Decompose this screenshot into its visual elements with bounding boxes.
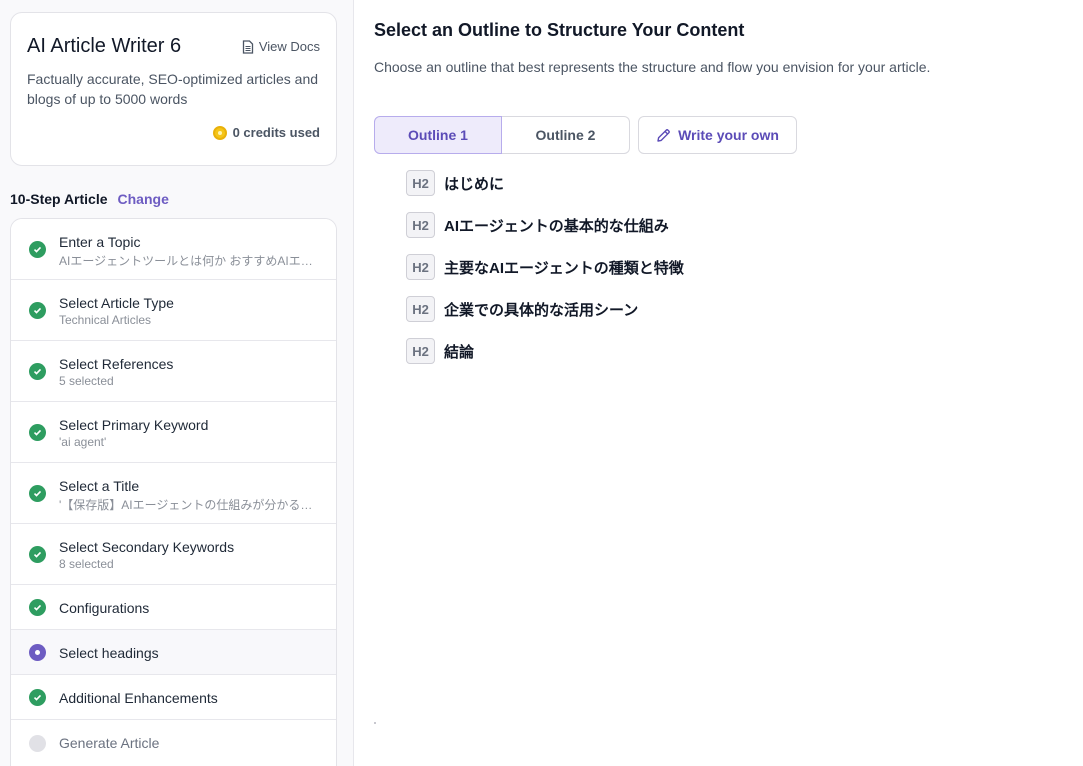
- step-generate-article[interactable]: Generate Article: [11, 720, 336, 766]
- step-article-type[interactable]: Select Article Type Technical Articles: [11, 280, 336, 341]
- step-additional-enhancements[interactable]: Additional Enhancements: [11, 675, 336, 720]
- view-docs-link[interactable]: View Docs: [242, 39, 320, 54]
- step-primary-keyword[interactable]: Select Primary Keyword 'ai agent': [11, 402, 336, 463]
- check-icon: [29, 302, 46, 319]
- step-sublabel: '【保存版】AIエージェントの仕組みが分かる…: [59, 498, 313, 512]
- heading-text: はじめに: [444, 175, 505, 193]
- outline-heading: H2 はじめに: [406, 170, 504, 196]
- step-label: Generate Article: [59, 735, 160, 751]
- current-step-icon: [29, 644, 46, 661]
- check-icon: [29, 546, 46, 563]
- step-configurations[interactable]: Configurations: [11, 585, 336, 630]
- heading-level-badge: H2: [406, 170, 435, 196]
- write-your-own-button[interactable]: Write your own: [638, 116, 797, 154]
- pending-step-icon: [29, 735, 46, 752]
- step-label: Select headings: [59, 645, 159, 661]
- step-label: Select Secondary Keywords: [59, 539, 235, 555]
- heading-text: AIエージェントの基本的な仕組み: [444, 217, 669, 235]
- heading-level-badge: H2: [406, 296, 435, 322]
- step-label: Select Article Type: [59, 295, 174, 311]
- step-label: Configurations: [59, 600, 150, 616]
- tool-description: Factually accurate, SEO-optimized articl…: [27, 71, 319, 107]
- heading-text: 企業での具体的な活用シーン: [444, 301, 639, 319]
- sidebar: AI Article Writer 6 View Docs Factually …: [0, 0, 354, 766]
- check-icon: [29, 485, 46, 502]
- step-label: Additional Enhancements: [59, 690, 218, 706]
- flow-header: 10-Step Article Change: [10, 191, 169, 207]
- heading-level-badge: H2: [406, 338, 435, 364]
- step-secondary-keywords[interactable]: Select Secondary Keywords 8 selected: [11, 524, 336, 585]
- pencil-icon: [657, 128, 670, 142]
- page-subtitle: Choose an outline that best represents t…: [374, 59, 931, 75]
- document-icon: [242, 39, 253, 54]
- outline-heading: H2 企業での具体的な活用シーン: [406, 296, 638, 322]
- tool-title: AI Article Writer 6: [27, 35, 182, 57]
- page-title: Select an Outline to Structure Your Cont…: [374, 20, 745, 40]
- step-enter-topic[interactable]: Enter a Topic AIエージェントツールとは何か おすすめAIエ…: [11, 219, 336, 280]
- step-select-headings[interactable]: Select headings: [11, 630, 336, 675]
- heading-level-badge: H2: [406, 254, 435, 280]
- step-label: Select a Title: [59, 478, 140, 494]
- step-label: Enter a Topic: [59, 234, 141, 250]
- outline-heading: H2 AIエージェントの基本的な仕組み: [406, 212, 669, 238]
- check-icon: [29, 424, 46, 441]
- step-label: Select Primary Keyword: [59, 417, 209, 433]
- step-sublabel: 8 selected: [59, 557, 114, 571]
- outline-tabs: Outline 1 Outline 2: [374, 116, 630, 154]
- step-sublabel: 5 selected: [59, 374, 114, 388]
- tool-card: AI Article Writer 6 View Docs Factually …: [10, 12, 337, 166]
- check-icon: [29, 363, 46, 380]
- step-sublabel: Technical Articles: [59, 313, 152, 327]
- step-sublabel: 'ai agent': [59, 435, 107, 449]
- flow-name: 10-Step Article: [10, 191, 108, 207]
- coin-icon: [212, 125, 227, 140]
- decorative-dot: [374, 722, 376, 724]
- check-icon: [29, 689, 46, 706]
- tab-outline-1[interactable]: Outline 1: [374, 116, 502, 154]
- outline-heading: H2 結論: [406, 338, 474, 364]
- check-icon: [29, 241, 46, 258]
- heading-level-badge: H2: [406, 212, 435, 238]
- heading-text: 結論: [444, 343, 475, 361]
- step-title[interactable]: Select a Title '【保存版】AIエージェントの仕組みが分かる…: [11, 463, 336, 524]
- view-docs-label: View Docs: [258, 39, 320, 54]
- change-flow-button[interactable]: Change: [118, 191, 169, 207]
- main-panel: Select an Outline to Structure Your Cont…: [374, 0, 1074, 766]
- outline-heading: H2 主要なAIエージェントの種類と特徴: [406, 254, 684, 280]
- step-list: Enter a Topic AIエージェントツールとは何か おすすめAIエ… S…: [10, 218, 337, 766]
- check-icon: [29, 599, 46, 616]
- credits-indicator: 0 credits used: [212, 125, 320, 140]
- heading-text: 主要なAIエージェントの種類と特徴: [444, 259, 684, 277]
- step-sublabel: AIエージェントツールとは何か おすすめAIエ…: [59, 254, 313, 268]
- write-your-own-label: Write your own: [678, 127, 779, 143]
- tab-outline-2[interactable]: Outline 2: [502, 116, 630, 154]
- step-references[interactable]: Select References 5 selected: [11, 341, 336, 402]
- credits-label: 0 credits used: [232, 125, 320, 140]
- step-label: Select References: [59, 356, 174, 372]
